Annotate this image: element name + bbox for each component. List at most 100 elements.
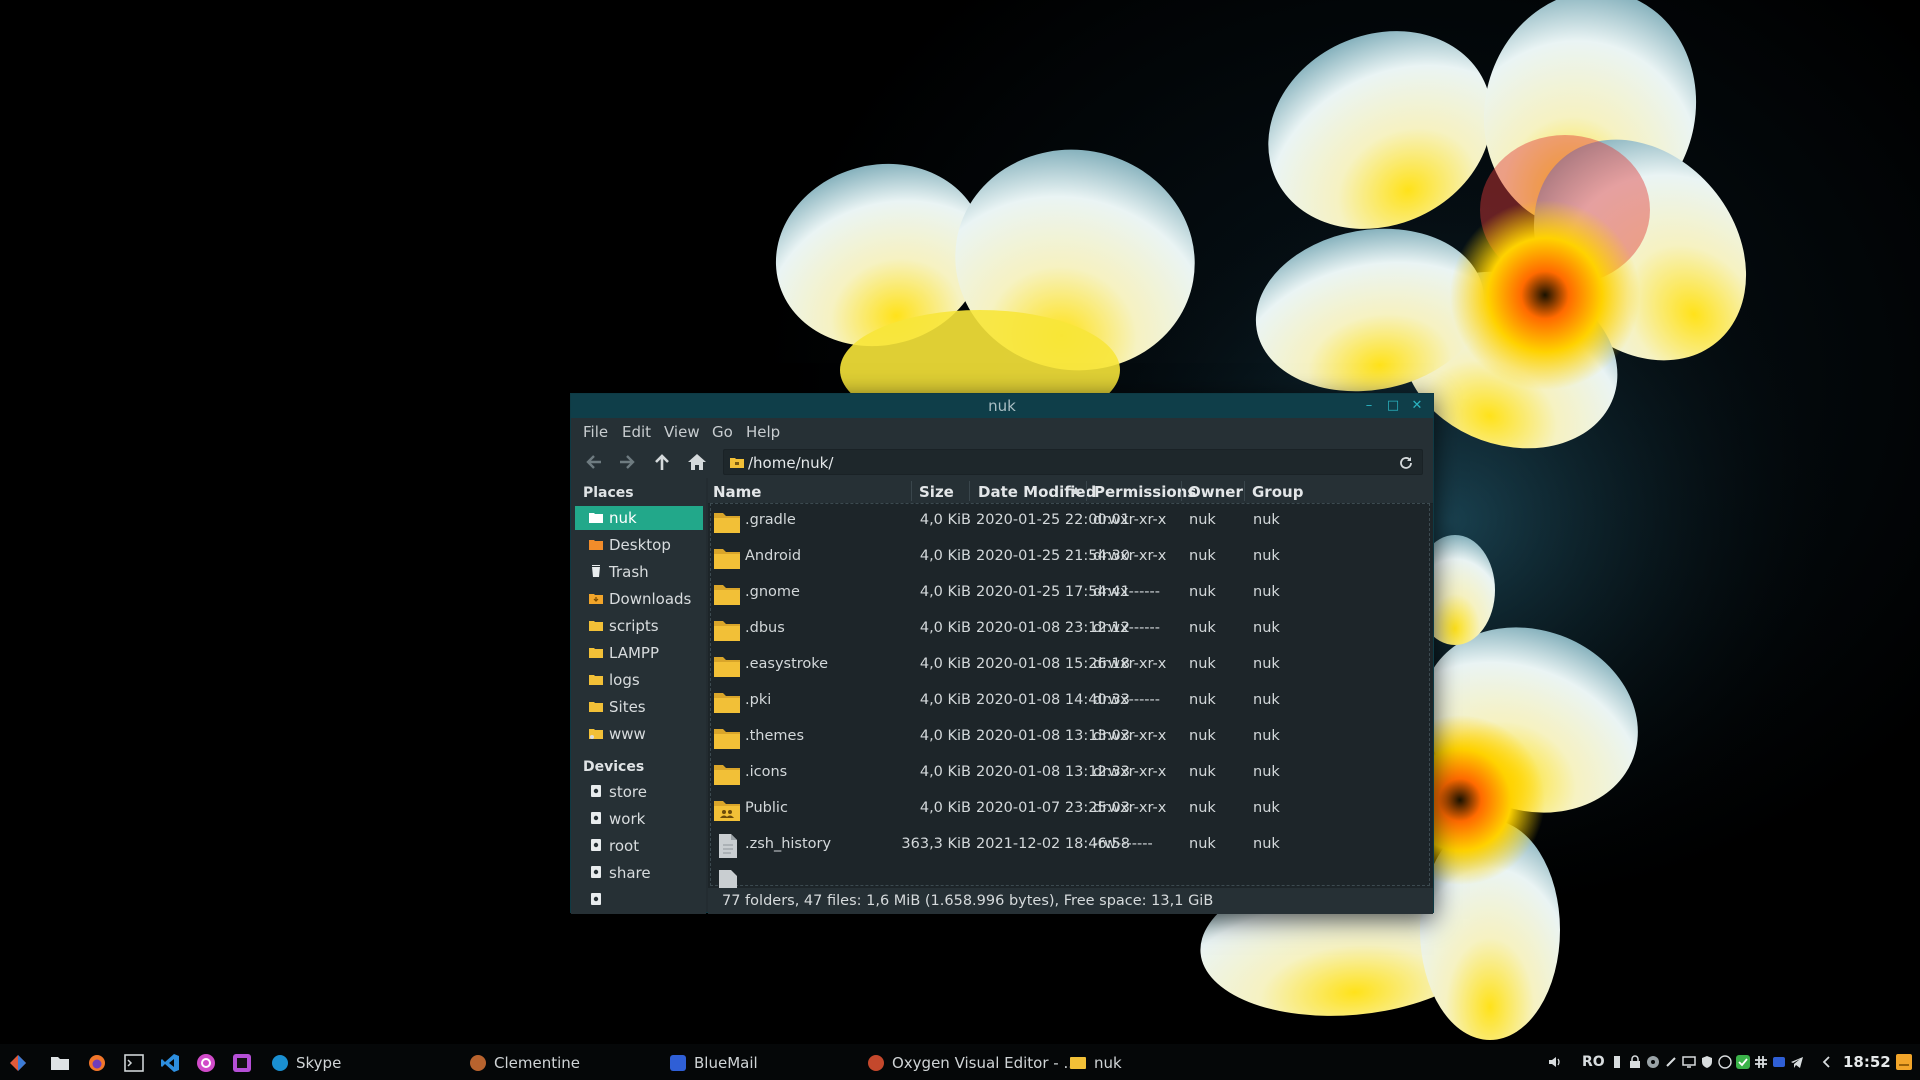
sidebar-item-label: Trash [609, 563, 649, 581]
minimize-button[interactable]: – [1359, 396, 1379, 416]
sidebar-item-label: work [609, 810, 646, 828]
home-folder-icon [589, 513, 603, 523]
sidebar-item-nuk[interactable]: nuk [575, 506, 703, 530]
column-owner[interactable]: Owner [1188, 483, 1243, 501]
bluemail-tray-icon[interactable] [1772, 1055, 1786, 1069]
table-row[interactable]: .icons 4,0 KiB 2020-01-08 13:12:33 drwxr-xr… [708, 756, 1433, 792]
column-separator [1244, 481, 1245, 501]
table-row[interactable]: Public 4,0 KiB 2020-01-07 23:25:03 drwxr-xr… [708, 792, 1433, 828]
menu-edit[interactable]: Edit [622, 423, 651, 441]
sidebar-item-trash[interactable]: Trash [575, 560, 703, 584]
sidebar-item-label: store [609, 783, 647, 801]
toolbar: /home/nuk/ [571, 444, 1433, 478]
usb-icon[interactable] [1610, 1055, 1624, 1069]
sidebar-device-root[interactable]: root [575, 834, 703, 858]
table-row[interactable]: .gnome 4,0 KiB 2020-01-25 17:54:41 drwx----… [708, 576, 1433, 612]
table-row-partial[interactable] [708, 864, 1433, 888]
firefox-icon[interactable] [87, 1053, 107, 1073]
phpstorm-icon[interactable] [232, 1053, 252, 1073]
drive-icon [591, 866, 601, 878]
sidebar-item-sites[interactable]: Sites [575, 695, 703, 719]
file-owner: nuk [1189, 800, 1216, 816]
link-icon[interactable] [1664, 1055, 1678, 1069]
table-row[interactable]: .gradle 4,0 KiB 2020-01-25 22:00:01 drwxr-x… [708, 504, 1433, 540]
file-size: 4,0 KiB [919, 728, 971, 744]
back-arrow-icon[interactable] [583, 452, 605, 472]
file-group: nuk [1253, 584, 1280, 600]
sidebar-device-partial[interactable] [575, 888, 703, 912]
column-separator [1181, 481, 1182, 501]
menu-go[interactable]: Go [712, 423, 733, 441]
volume-icon[interactable] [1548, 1055, 1562, 1069]
sidebar-device-store[interactable]: store [575, 780, 703, 804]
sidebar-item-label: scripts [609, 617, 659, 635]
sidebar-item-label: logs [609, 671, 640, 689]
folder-icon [714, 765, 740, 785]
folder-icon [714, 621, 740, 641]
file-owner: nuk [1189, 836, 1216, 852]
shield-icon[interactable] [1700, 1055, 1714, 1069]
maximize-button[interactable]: □ [1383, 396, 1403, 416]
update-check-icon[interactable] [1736, 1055, 1750, 1069]
file-name: Public [745, 800, 788, 816]
disk-icon[interactable] [1646, 1055, 1660, 1069]
sidebar-device-share[interactable]: share [575, 861, 703, 885]
table-row[interactable]: .pki 4,0 KiB 2020-01-08 14:40:33 drwx------… [708, 684, 1433, 720]
file-name: .easystroke [745, 656, 829, 672]
app-launcher-icon[interactable] [8, 1053, 28, 1073]
slack-icon[interactable] [1754, 1055, 1768, 1069]
tray-expand-chevron-icon[interactable] [1820, 1055, 1834, 1069]
podcast-app-icon[interactable] [196, 1053, 216, 1073]
file-group: nuk [1253, 836, 1280, 852]
sidebar-device-work[interactable]: work [575, 807, 703, 831]
path-bar[interactable]: /home/nuk/ [723, 449, 1423, 475]
sidebar-item-logs[interactable]: logs [575, 668, 703, 692]
forward-arrow-icon[interactable] [616, 452, 638, 472]
status-text: 77 folders, 47 files: 1,6 MiB (1.658.996… [722, 893, 1214, 909]
table-row[interactable]: .dbus 4,0 KiB 2020-01-08 23:12:12 drwx-----… [708, 612, 1433, 648]
files-icon[interactable] [50, 1053, 70, 1073]
close-button[interactable]: ✕ [1407, 396, 1427, 416]
folder-icon [714, 513, 740, 533]
menu-file[interactable]: File [583, 423, 608, 441]
table-row[interactable]: Android 4,0 KiB 2020-01-25 21:54:30 drwxr-x… [708, 540, 1433, 576]
titlebar[interactable]: nuk – □ ✕ [571, 394, 1433, 418]
table-row[interactable]: .easystroke 4,0 KiB 2020-01-08 15:26:18 drw… [708, 648, 1433, 684]
home-icon[interactable] [686, 452, 708, 472]
file-permissions: drwxr-xr-x [1093, 548, 1167, 564]
sidebar-item-downloads[interactable]: Downloads [575, 587, 703, 611]
column-group[interactable]: Group [1252, 483, 1303, 501]
column-name[interactable]: Name [713, 483, 761, 501]
file-manager-window: nuk – □ ✕ File Edit View Go Help /home/n… [570, 393, 1434, 914]
folder-icon [714, 585, 740, 605]
notifications-icon[interactable] [1896, 1054, 1912, 1070]
table-row[interactable]: .zsh_history 363,3 KiB 2021-12-02 18:46:58… [708, 828, 1433, 864]
sidebar-item-www[interactable]: www [575, 722, 703, 746]
file-owner: nuk [1189, 764, 1216, 780]
refresh-icon[interactable] [1398, 455, 1414, 471]
menu-view[interactable]: View [664, 423, 700, 441]
file-size: 4,0 KiB [919, 656, 971, 672]
menu-help[interactable]: Help [746, 423, 780, 441]
column-header: Name Size Date Modified Permissions Owne… [708, 478, 1433, 504]
vscode-icon[interactable] [160, 1053, 180, 1073]
monitor-icon[interactable] [1682, 1055, 1696, 1069]
column-size[interactable]: Size [919, 483, 954, 501]
file-name: Android [745, 548, 802, 564]
terminal-icon[interactable] [124, 1053, 144, 1073]
lock-icon[interactable] [1628, 1055, 1642, 1069]
up-arrow-icon[interactable] [651, 452, 673, 472]
sidebar-item-lampp[interactable]: LAMPP [575, 641, 703, 665]
keyboard-layout-indicator[interactable]: RO [1582, 1054, 1605, 1070]
file-group: nuk [1253, 800, 1280, 816]
telegram-icon[interactable] [1790, 1055, 1804, 1069]
file-permissions: drwxr-xr-x [1093, 728, 1167, 744]
file-permissions: drwx------ [1093, 584, 1160, 600]
file-permissions: drwxr-xr-x [1093, 656, 1167, 672]
whatsapp-icon[interactable] [1718, 1055, 1732, 1069]
table-row[interactable]: .themes 4,0 KiB 2020-01-08 13:13:03 drwxr-x… [708, 720, 1433, 756]
sidebar-item-scripts[interactable]: scripts [575, 614, 703, 638]
clock[interactable]: 18:52 [1843, 1053, 1891, 1071]
folder-icon [589, 675, 603, 685]
sidebar-item-desktop[interactable]: Desktop [575, 533, 703, 557]
